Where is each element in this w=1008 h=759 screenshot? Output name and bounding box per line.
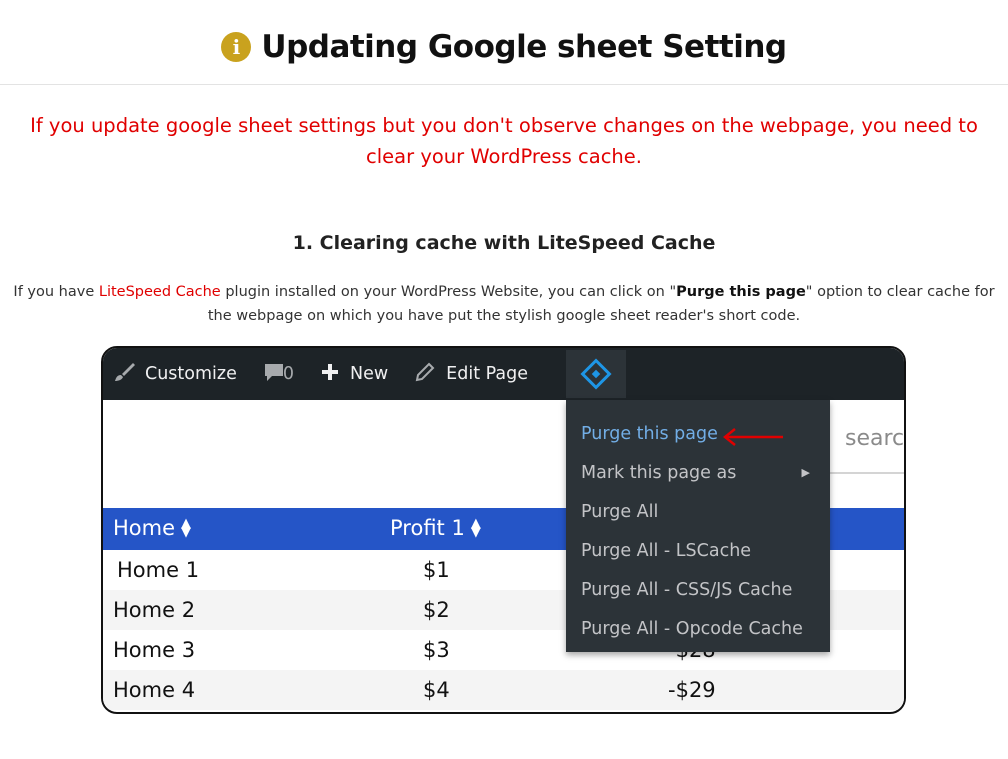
pencil-icon <box>414 361 436 388</box>
table-cell: $1 <box>423 558 450 582</box>
admin-bar-customize-label: Customize <box>145 364 237 384</box>
desc-text: plugin installed on your WordPress Websi… <box>220 284 677 300</box>
menu-item-label: Mark this page as <box>581 462 737 483</box>
table-cell: Home 4 <box>113 678 196 702</box>
table-cell: Home 3 <box>113 638 196 662</box>
table-cell: -$29 <box>668 678 716 702</box>
section-description: If you have LiteSpeed Cache plugin insta… <box>0 280 1008 328</box>
litespeed-screenshot: Customize 0 New Edit Page searc Home ▲ ▼… <box>101 346 906 714</box>
section-title: 1. Clearing cache with LiteSpeed Cache <box>292 232 716 254</box>
menu-item-purge-this-page[interactable]: Purge this page <box>566 414 830 453</box>
brush-icon <box>113 361 135 388</box>
admin-bar-new-label: New <box>350 364 389 384</box>
menu-item-purge-all-cssjs[interactable]: Purge All - CSS/JS Cache <box>566 570 830 609</box>
table-cell: Home 1 <box>117 558 200 582</box>
comments-count: 0 <box>282 364 294 384</box>
menu-item-purge-all-opcode[interactable]: Purge All - Opcode Cache <box>566 609 830 648</box>
menu-item-purge-all[interactable]: Purge All <box>566 492 830 531</box>
title-row: i Updating Google sheet Setting <box>0 24 1008 70</box>
column-profit-1[interactable]: Profit 1 ▲ ▼ <box>390 516 481 540</box>
sort-icon: ▲ ▼ <box>181 516 192 540</box>
menu-item-purge-all-lscache[interactable]: Purge All - LSCache <box>566 531 830 570</box>
table-row: Home 4 $4 -$29 <box>103 670 904 710</box>
table-cell: $2 <box>423 598 450 622</box>
chevron-right-icon: ▶ <box>801 466 810 479</box>
plus-icon <box>320 362 340 387</box>
sort-icon: ▲ ▼ <box>470 516 481 540</box>
table-cell: $3 <box>423 638 450 662</box>
wp-admin-bar: Customize 0 New Edit Page <box>103 348 904 400</box>
column-label: Profit 1 <box>390 516 465 540</box>
column-label: Home <box>113 516 176 540</box>
title-divider <box>0 84 1008 85</box>
admin-bar-customize[interactable]: Customize <box>113 361 237 388</box>
litespeed-icon <box>580 358 612 390</box>
desc-text: If you have <box>13 284 99 300</box>
column-home[interactable]: Home ▲ ▼ <box>113 516 191 540</box>
table-cell: $4 <box>423 678 450 702</box>
admin-bar-new[interactable]: New <box>320 362 388 387</box>
table-cell: Home 2 <box>113 598 196 622</box>
red-arrow-icon <box>722 428 783 446</box>
litespeed-admin-button[interactable] <box>566 350 626 398</box>
info-icon: i <box>221 32 252 62</box>
desc-bold: Purge this page <box>676 284 806 300</box>
admin-bar-edit-page-label: Edit Page <box>446 364 528 384</box>
admin-bar-edit-page[interactable]: Edit Page <box>414 361 528 388</box>
menu-item-mark-this-page-as[interactable]: Mark this page as ▶ <box>566 453 830 492</box>
admin-bar-comments[interactable]: 0 <box>263 361 294 388</box>
litespeed-cache-link[interactable]: LiteSpeed Cache <box>99 284 221 300</box>
cache-warning: If you update google sheet settings but … <box>30 114 978 168</box>
litespeed-dropdown-menu: Purge this page Mark this page as ▶ Purg… <box>566 400 830 652</box>
page-title: Updating Google sheet Setting <box>261 29 787 65</box>
comment-icon <box>263 361 285 388</box>
